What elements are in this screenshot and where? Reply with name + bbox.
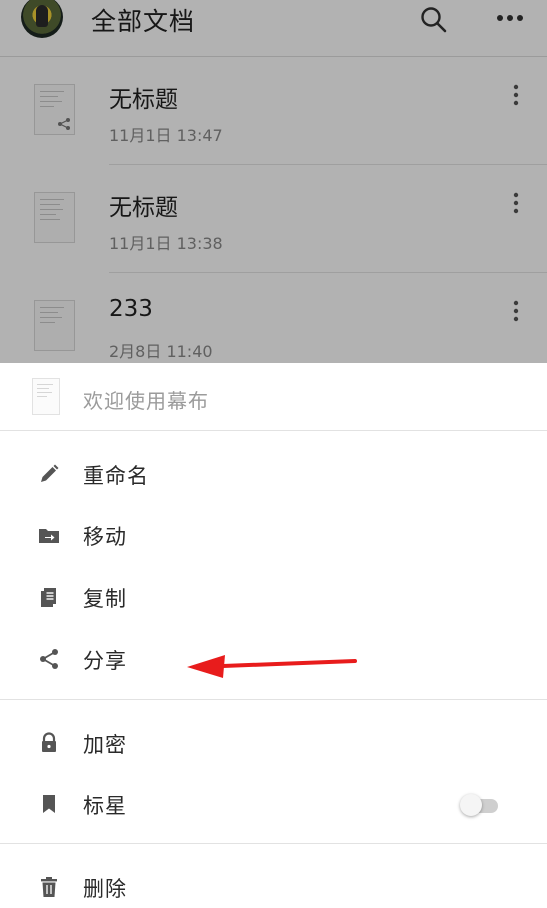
rename-label: 重命名 [83,464,149,488]
action-sheet: 欢迎使用幕布 重命名 移动 复制 分享 加密 标星 删除 [0,363,547,908]
divider [0,843,547,844]
sheet-header: 欢迎使用幕布 [0,363,547,431]
bookmark-icon [43,795,55,813]
delete-action[interactable]: 删除 [0,862,547,908]
move-label: 移动 [83,525,127,549]
copy-action[interactable]: 复制 [0,572,547,622]
folder-move-icon [39,529,59,543]
delete-label: 删除 [83,877,127,901]
move-action[interactable]: 移动 [0,510,547,560]
document-thumbnail [32,378,60,415]
copy-label: 复制 [83,587,127,611]
copy-icon [41,588,56,607]
star-toggle[interactable] [460,794,500,816]
divider [0,699,547,700]
lock-icon [42,732,56,752]
toggle-knob [460,794,482,816]
dim-overlay[interactable] [0,0,547,363]
sheet-document-name: 欢迎使用幕布 [83,389,209,413]
encrypt-action[interactable]: 加密 [0,718,547,768]
star-action[interactable]: 标星 [0,779,547,829]
encrypt-label: 加密 [83,733,127,757]
trash-icon [41,877,57,897]
star-label: 标星 [83,794,127,818]
rename-action[interactable]: 重命名 [0,449,547,499]
share-label: 分享 [83,649,127,673]
pencil-icon [41,464,59,482]
share-icon [40,649,58,669]
annotation-arrow [187,655,357,678]
